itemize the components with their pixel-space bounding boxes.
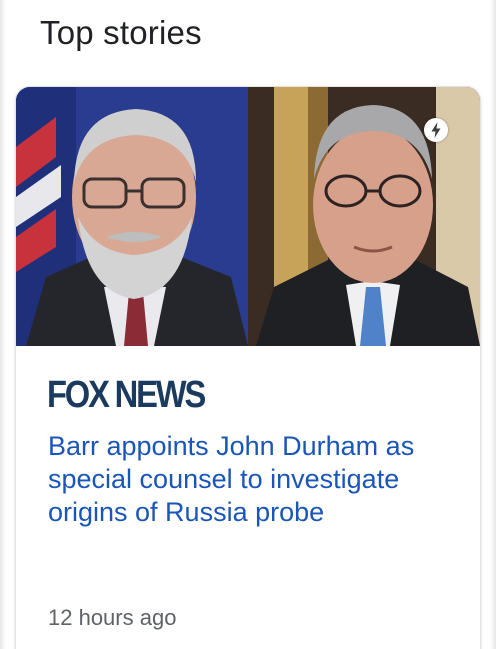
source-logo: FOX NEWS: [47, 374, 206, 416]
section-title: Top stories: [40, 14, 202, 51]
story-thumbnail[interactable]: [16, 87, 480, 346]
story-headline-link[interactable]: Barr appoints John Durham as special cou…: [48, 430, 458, 529]
right-edge-shadow: [490, 0, 496, 649]
story-timestamp: 12 hours ago: [48, 605, 177, 630]
left-edge-shadow: [0, 0, 6, 649]
story-card[interactable]: FOX NEWS Barr appoints John Durham as sp…: [16, 87, 480, 649]
top-stories-screen: Top stories FOX NEWS Barr appoints John …: [0, 0, 496, 649]
amp-lightning-icon: [424, 118, 448, 142]
